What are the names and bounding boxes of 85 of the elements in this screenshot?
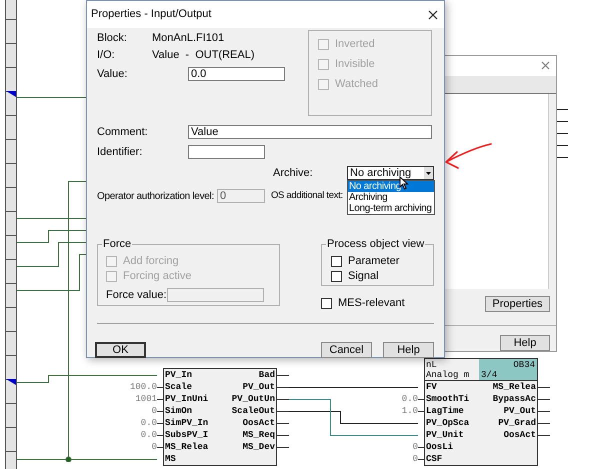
checkbox-label: Add forcing: [123, 254, 179, 269]
input-pin-name: CSF: [426, 453, 444, 465]
group-title: Force: [102, 238, 132, 250]
output-pin-name: ScaleOut: [232, 405, 275, 417]
pin-value: 0: [412, 442, 418, 452]
output-pin-name: OosAct: [242, 417, 275, 429]
pin-value: 0.0: [140, 418, 157, 428]
input-pin-name: FV: [426, 381, 438, 393]
input-field[interactable]: 0.0: [188, 67, 285, 81]
input-pin-name: LagTime: [426, 405, 465, 417]
checkbox-label: Forcing active: [123, 268, 192, 284]
pin-marker-icon: [6, 379, 16, 385]
field-label: OS additional text:: [270, 188, 343, 203]
function-block[interactable]: PV_In Scale PV_InUni SimOn SimPV_In SubsPV_I MS_Relea MS Bad PV_Out PV_OutUn ScaleOut OosAct MS_Req MS_Dev: [163, 368, 277, 466]
field-label: Comment:: [97, 124, 149, 140]
field-label: Force value:: [106, 288, 167, 303]
field-label: Block:: [97, 31, 128, 46]
properties-button[interactable]: Properties: [485, 296, 550, 312]
output-pin-name: BypassAc: [492, 393, 536, 405]
input-pin-name: PV_In: [165, 369, 194, 381]
dropdown-option[interactable]: Archiving: [348, 192, 434, 203]
input-field[interactable]: Value: [188, 125, 432, 139]
dialog-button[interactable]: Help: [383, 342, 434, 358]
dropdown-option[interactable]: No archiving: [348, 181, 434, 192]
checkbox-label: Invisible: [335, 56, 375, 72]
pin-value: 0: [412, 454, 418, 464]
checkbox-label: Inverted: [335, 36, 375, 52]
output-pin-name: PV_Grad: [498, 417, 536, 429]
window-title: Properties - Input/Output: [91, 7, 212, 22]
checkbox[interactable]: [321, 298, 332, 308]
output-pin-name: MS_Relea: [492, 381, 536, 393]
output-pin-name: PV_Out: [242, 381, 275, 393]
input-pin-name: SimOn: [165, 405, 194, 417]
dropdown-option[interactable]: Long-term archiving: [348, 203, 434, 214]
pin-value: 1.0: [402, 406, 418, 416]
input-pin-name: PV_InUni: [165, 393, 208, 405]
arrow-annotation-icon: [443, 142, 493, 172]
block-header-text: nL: [426, 360, 438, 370]
input-pin-name: MS: [165, 453, 177, 465]
block-header-text: Analog m: [426, 370, 470, 380]
field-label: I/O:: [97, 48, 116, 64]
checkbox[interactable]: [331, 256, 342, 266]
input-field[interactable]: [167, 288, 264, 302]
checkbox-label: Parameter: [348, 254, 400, 269]
block-badge: OB34 3/4: [479, 359, 537, 380]
pin-value: 0: [152, 406, 157, 416]
input-pin-name: PV_OpSca: [426, 417, 470, 429]
input-pin-name: SubsPV_I: [165, 429, 208, 441]
input-pin-name: PV_Unit: [426, 429, 465, 441]
output-pin-name: PV_Out: [504, 405, 536, 417]
input-pin-name: SmoothTi: [426, 393, 470, 405]
pin-value: 1001: [135, 394, 157, 404]
field-label: Operator authorization level:: [97, 190, 214, 204]
dialog-button[interactable]: Cancel: [321, 342, 372, 358]
io-value: Value - OUT(REAL): [152, 48, 254, 64]
pin-value: 0.0: [140, 430, 157, 440]
input-pin-name: Scale: [165, 381, 194, 393]
pin-value: 0.0: [402, 394, 418, 404]
block-name: MonAnL.FI101: [152, 31, 224, 46]
checkbox[interactable]: [331, 270, 342, 282]
pin-marker-icon: [6, 91, 16, 97]
input-field[interactable]: [188, 145, 265, 159]
output-pin-name: PV_OutUn: [232, 393, 275, 405]
output-pin-name: MS_Dev: [242, 441, 275, 453]
output-pin-name: Bad: [258, 369, 275, 381]
archive-dropdown[interactable]: No archiving: [347, 166, 434, 180]
pin-value: 0: [152, 442, 157, 452]
output-pin-name: MS_Req: [242, 429, 275, 441]
checkbox-label: MES-relevant: [338, 296, 405, 311]
checkbox-label: Watched: [335, 76, 378, 92]
checkbox-label: Signal: [348, 268, 379, 284]
input-pin-name: OosLi: [426, 441, 454, 453]
group-title: Process object view: [326, 238, 426, 250]
input-pin-name: MS_Relea: [165, 441, 208, 453]
field-label: Archive:: [273, 166, 314, 181]
dialog-button[interactable]: OK: [95, 342, 146, 358]
input-pin-name: SimPV_In: [165, 417, 208, 429]
field-label: Identifier:: [97, 144, 144, 160]
pin-value: 100.0: [130, 382, 157, 392]
close-icon[interactable]: [428, 10, 438, 20]
help-button[interactable]: Help: [500, 335, 550, 351]
function-block[interactable]: nL Analog m OB34 3/4 FV SmoothTi LagTime PV_OpSca PV_Unit OosLi CSF MS_Relea BypassAc PV_Out PV_Grad OosAct: [424, 358, 538, 466]
caret-icon: [424, 167, 433, 179]
output-pin-name: OosAct: [504, 429, 536, 441]
field-label: Value:: [97, 66, 128, 82]
